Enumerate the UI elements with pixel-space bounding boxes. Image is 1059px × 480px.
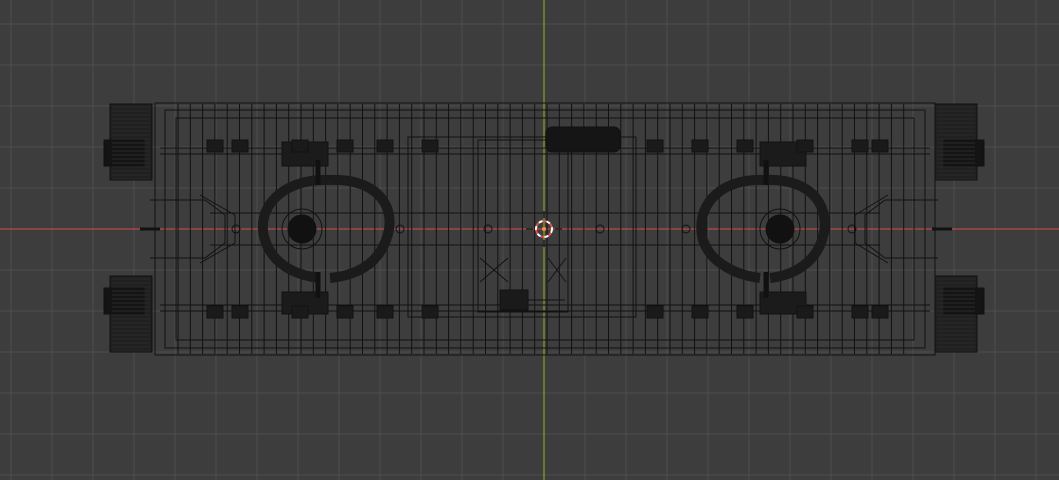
floor-grid <box>0 0 1059 480</box>
sill-bracket <box>231 305 249 319</box>
buffer-right-bottom-stem <box>943 287 985 315</box>
brake-valve <box>499 289 529 311</box>
sill-bracket <box>421 305 439 319</box>
sill-bracket <box>206 305 224 319</box>
sill-bracket <box>851 139 869 153</box>
bogie-left-pivot <box>287 214 317 244</box>
bogie-right <box>696 141 830 315</box>
sill-bracket <box>291 305 309 319</box>
sill-bracket <box>871 305 889 319</box>
3d-viewport[interactable] <box>0 0 1059 480</box>
sill-bracket <box>646 139 664 153</box>
3d-cursor-icon[interactable] <box>526 211 562 247</box>
sill-bracket <box>291 139 309 153</box>
sill-bracket <box>646 305 664 319</box>
sill-bracket <box>691 305 709 319</box>
sill-bracket <box>231 139 249 153</box>
sill-bracket <box>796 139 814 153</box>
sill-bracket <box>871 139 889 153</box>
sill-bracket <box>336 305 354 319</box>
sill-bracket <box>851 305 869 319</box>
sill-bracket <box>796 305 814 319</box>
sill-bracket <box>376 139 394 153</box>
buffer-left-bottom-stem <box>103 287 145 315</box>
buffer-left-top-stem <box>103 139 145 167</box>
viewport-canvas[interactable] <box>0 0 1059 480</box>
buffer-right-top-stem <box>943 139 985 167</box>
bogie-left <box>257 141 395 315</box>
sill-bracket <box>736 139 754 153</box>
sill-bracket <box>206 139 224 153</box>
sill-bracket <box>376 305 394 319</box>
bogie-right-pivot <box>765 214 795 244</box>
sill-bracket <box>736 305 754 319</box>
air-reservoir <box>545 126 621 153</box>
sill-bracket <box>691 139 709 153</box>
sill-bracket <box>421 139 439 153</box>
sill-bracket <box>336 139 354 153</box>
cursor-center <box>542 227 546 231</box>
centre-panel-inner <box>477 139 569 313</box>
